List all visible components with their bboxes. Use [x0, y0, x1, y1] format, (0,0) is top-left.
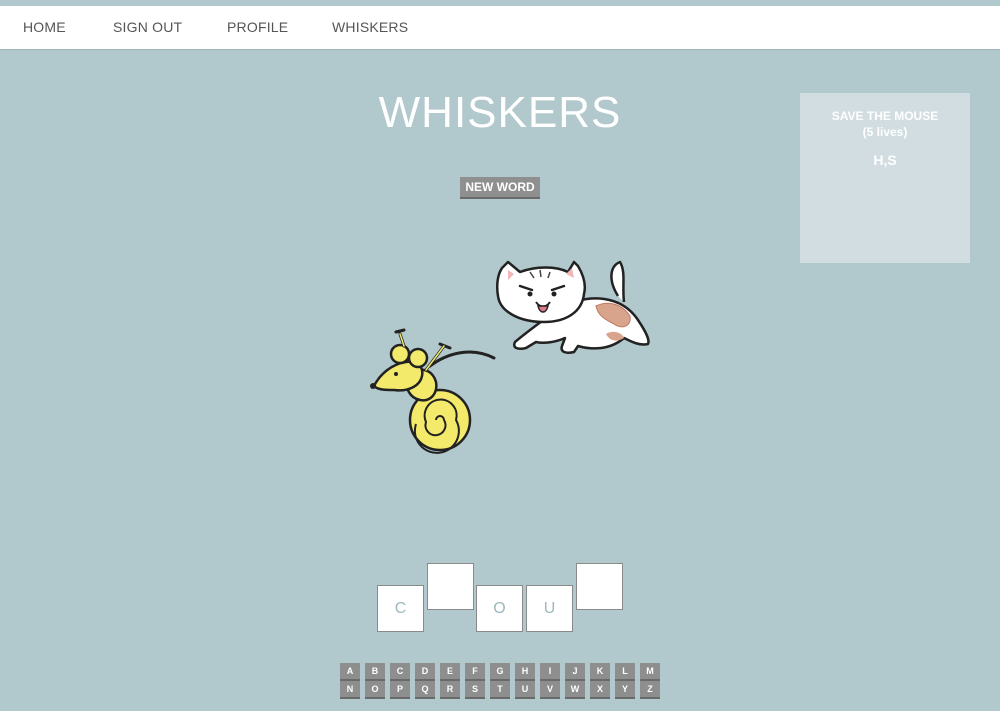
key-u-button[interactable]: U: [515, 681, 535, 699]
key-w-button[interactable]: W: [565, 681, 585, 699]
letter-tile: [576, 563, 623, 610]
key-n-button[interactable]: N: [340, 681, 360, 699]
key-e-button[interactable]: E: [440, 663, 460, 681]
key-c-button[interactable]: C: [390, 663, 410, 681]
guessed-letters: H,S: [873, 152, 897, 168]
nav-whiskers-link[interactable]: WHISKERS: [332, 19, 408, 35]
cat-chasing-mouse-illustration: [370, 260, 650, 454]
top-navbar: HOME SIGN OUT PROFILE WHISKERS: [0, 6, 1000, 50]
score-panel: SAVE THE MOUSE (5 lives) H,S: [800, 93, 970, 263]
nav-home-link[interactable]: HOME: [23, 19, 66, 35]
key-o-button[interactable]: O: [365, 681, 385, 699]
letter-tile: [427, 563, 474, 610]
key-q-button[interactable]: Q: [415, 681, 435, 699]
nav-sign-out-link[interactable]: SIGN OUT: [113, 19, 182, 35]
key-t-button[interactable]: T: [490, 681, 510, 699]
nav-profile-link[interactable]: PROFILE: [227, 19, 288, 35]
key-m-button[interactable]: M: [640, 663, 660, 681]
key-h-button[interactable]: H: [515, 663, 535, 681]
key-f-button[interactable]: F: [465, 663, 485, 681]
key-s-button[interactable]: S: [465, 681, 485, 699]
new-word-button[interactable]: NEW WORD: [460, 177, 540, 199]
key-b-button[interactable]: B: [365, 663, 385, 681]
key-k-button[interactable]: K: [590, 663, 610, 681]
key-j-button[interactable]: J: [565, 663, 585, 681]
score-panel-title: SAVE THE MOUSE: [831, 109, 939, 123]
lives-remaining: (5 lives): [862, 125, 908, 139]
key-y-button[interactable]: Y: [615, 681, 635, 699]
key-g-button[interactable]: G: [490, 663, 510, 681]
letter-tile: O: [476, 585, 523, 632]
letter-tile: U: [526, 585, 573, 632]
letter-tile: C: [377, 585, 424, 632]
key-l-button[interactable]: L: [615, 663, 635, 681]
key-i-button[interactable]: I: [540, 663, 560, 681]
key-z-button[interactable]: Z: [640, 681, 660, 699]
key-a-button[interactable]: A: [340, 663, 360, 681]
key-d-button[interactable]: D: [415, 663, 435, 681]
key-p-button[interactable]: P: [390, 681, 410, 699]
key-v-button[interactable]: V: [540, 681, 560, 699]
key-r-button[interactable]: R: [440, 681, 460, 699]
key-x-button[interactable]: X: [590, 681, 610, 699]
